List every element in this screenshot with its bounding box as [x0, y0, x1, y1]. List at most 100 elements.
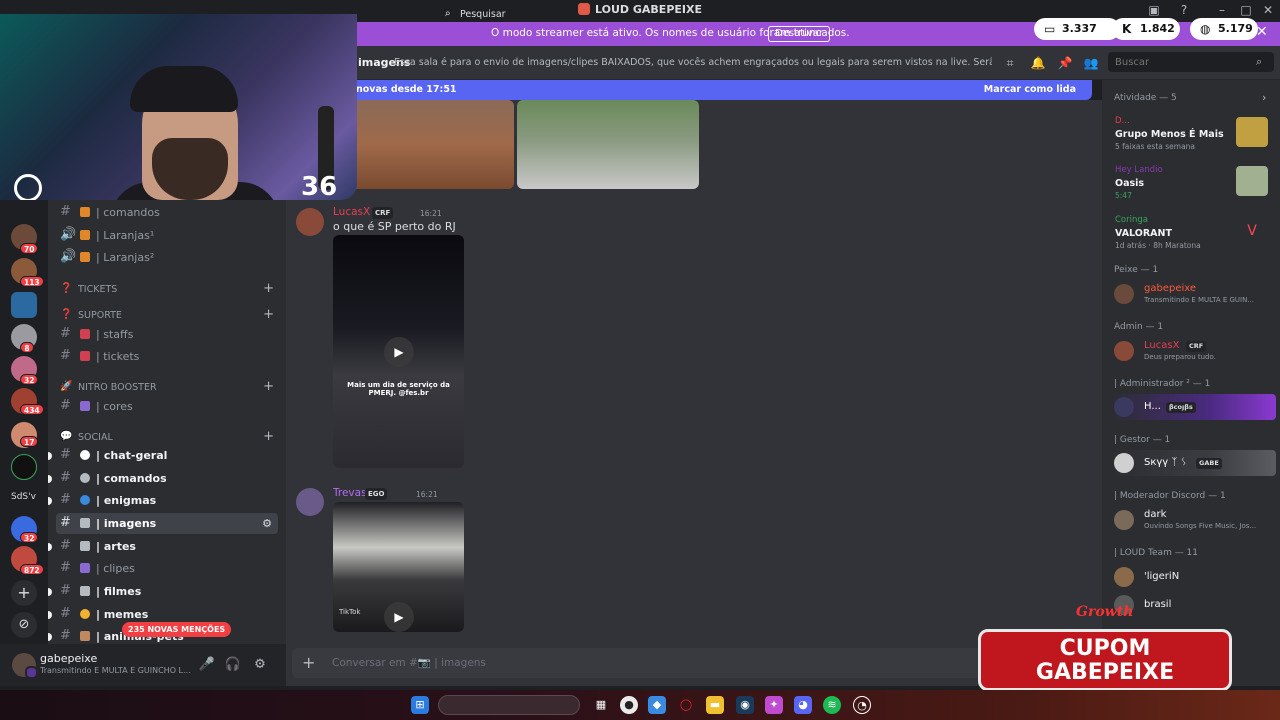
member-item[interactable]: H... βcoȷβs — [1110, 394, 1276, 420]
video-thumbnail[interactable] — [348, 100, 514, 189]
category-suporte[interactable]: ❓ SUPORTE + — [60, 307, 278, 324]
channel-item[interactable]: # | tickets — [56, 346, 278, 367]
windows-start-icon[interactable]: ⊞ — [411, 696, 429, 714]
chat-header: imagens Essa sala é para o envio de imag… — [286, 46, 1102, 80]
members-icon[interactable]: 👥 — [1083, 55, 1099, 71]
video-attachment[interactable]: ▶ TikTok — [333, 502, 464, 632]
channel-item-comandos[interactable]: # | comandos — [48, 468, 278, 489]
loud-server-icon[interactable] — [11, 454, 37, 480]
attach-icon[interactable]: + — [302, 653, 315, 672]
add-channel-icon[interactable]: + — [263, 281, 274, 296]
channel-settings-icon[interactable]: ⚙ — [262, 517, 272, 530]
channel-item-enigmas[interactable]: # | enigmas — [48, 490, 278, 511]
add-channel-icon[interactable]: + — [263, 429, 274, 444]
member-item[interactable]: gabepeixe Transmitindo E MULTA E GUIN... — [1110, 281, 1276, 307]
activity-user[interactable]: D... — [1115, 116, 1130, 126]
activity-subtitle: 5:47 — [1115, 191, 1132, 200]
member-item[interactable]: 'ligeriN — [1110, 564, 1276, 590]
threads-icon[interactable]: ⌗ — [1002, 55, 1018, 71]
channel-item-chat-geral[interactable]: # | chat-geral — [48, 445, 278, 466]
robot-emoji-icon — [80, 473, 90, 483]
channel-item-imagens[interactable]: # | imagens ⚙ — [56, 513, 278, 534]
server-badge: 434 — [20, 404, 44, 415]
activity-user[interactable]: Coringa — [1115, 215, 1148, 225]
message-author[interactable]: LucasX — [333, 206, 370, 218]
laugh-emoji-icon — [80, 609, 90, 619]
video-thumbnail[interactable] — [517, 100, 699, 189]
video-attachment[interactable]: ▶ Mais um dia de serviço da PMERJ. @fes.… — [333, 235, 464, 468]
steam-icon[interactable]: ◉ — [736, 696, 754, 714]
channel-item[interactable]: # | comandos — [56, 202, 278, 223]
text-channel-icon: # — [60, 348, 71, 363]
close-window-button[interactable]: ✕ — [1260, 2, 1276, 18]
inbox-icon[interactable]: ▣ — [1146, 2, 1162, 18]
message-input[interactable] — [332, 655, 932, 671]
avatar[interactable] — [296, 488, 324, 516]
discord-icon[interactable]: ◕ — [794, 696, 812, 714]
text-channel-icon: # — [60, 470, 71, 485]
activity-user[interactable]: Hey Landio — [1115, 165, 1163, 175]
search-icon[interactable]: ⌕ — [1256, 55, 1262, 69]
avatar[interactable] — [296, 208, 324, 236]
channel-item-artes[interactable]: # | artes — [48, 536, 278, 557]
taskbar-search[interactable] — [438, 695, 580, 715]
member-item[interactable]: LucasX CRF Deus preparou tudo. — [1110, 338, 1276, 364]
add-channel-icon[interactable]: + — [263, 307, 274, 322]
user-name[interactable]: gabepeixe — [40, 652, 97, 665]
opera-icon[interactable]: ◯ — [677, 696, 695, 714]
spotify-icon[interactable]: ≋ — [823, 696, 841, 714]
activity-title: Grupo Menos É Mais — [1115, 129, 1224, 140]
channel-item[interactable]: # | cores — [56, 396, 278, 417]
speech-emoji-icon — [80, 450, 90, 460]
obs-icon[interactable]: ◔ — [853, 696, 871, 714]
pin-icon[interactable]: 📌 — [1057, 55, 1073, 71]
headphones-icon[interactable]: 🎧 — [224, 656, 242, 674]
voice-channel-item[interactable]: 🔊 | Laranjas¹ — [56, 225, 278, 246]
minimize-button[interactable]: – — [1214, 2, 1230, 18]
add-server-icon[interactable]: + — [11, 580, 37, 606]
avatar — [1114, 397, 1134, 417]
discover-icon[interactable]: ⊘ — [11, 612, 37, 638]
member-item[interactable]: Sкүү ᛉ ᛊ GABE — [1110, 450, 1276, 476]
user-settings-icon[interactable]: ⚙ — [251, 656, 269, 674]
app-icon[interactable]: ● — [620, 696, 638, 714]
channel-topic[interactable]: Essa sala é para o envio de imagens/clip… — [394, 57, 992, 68]
channel-item-clipes[interactable]: # | clipes — [56, 558, 278, 579]
voice-channel-item[interactable]: 🔊 | Laranjas² — [56, 247, 278, 268]
category-social[interactable]: 💬 SOCIAL + — [60, 429, 278, 446]
new-mentions-badge[interactable]: 235 NOVAS MENÇÕES — [122, 622, 232, 637]
play-icon[interactable]: ▶ — [384, 337, 414, 367]
disable-streamer-mode-button[interactable]: Desativar — [768, 26, 831, 42]
channel-item-filmes[interactable]: # | filmes — [48, 581, 278, 602]
server-badge: 32 — [20, 374, 39, 385]
app-icon[interactable]: ✦ — [765, 696, 783, 714]
search-input[interactable] — [1108, 52, 1274, 72]
video-caption: Mais um dia de serviço da PMERJ. @fes.br — [347, 381, 450, 397]
maximize-button[interactable]: □ — [1238, 2, 1254, 18]
category-tickets[interactable]: ❓ TICKETS + — [60, 281, 278, 298]
help-icon[interactable]: ? — [1176, 2, 1192, 18]
bell-icon[interactable]: 🔔 — [1030, 55, 1046, 71]
avatar[interactable] — [12, 653, 38, 679]
avatar — [1114, 510, 1134, 530]
server-badge: 70 — [20, 243, 39, 254]
server-icon[interactable] — [11, 292, 37, 318]
promo-logo: Growth — [1076, 604, 1134, 620]
play-icon[interactable]: ▶ — [384, 602, 414, 632]
add-channel-icon[interactable]: + — [263, 379, 274, 394]
copilot-icon[interactable]: ◆ — [648, 696, 666, 714]
search-icon: ⌕ — [445, 8, 451, 19]
member-item[interactable]: brasil — [1110, 592, 1276, 618]
mark-as-read-button[interactable]: Marcar como lida — [984, 84, 1076, 95]
channel-item[interactable]: # | staffs — [56, 324, 278, 345]
mute-mic-icon[interactable]: 🎤 — [198, 656, 216, 674]
message-author[interactable]: Trevas — [333, 487, 367, 499]
chevron-right-icon[interactable]: › — [1262, 91, 1266, 104]
close-icon[interactable]: ✕ — [1256, 24, 1268, 40]
server-folder-label[interactable]: SdS'v — [11, 492, 36, 502]
task-view-icon[interactable]: ▦ — [592, 696, 610, 714]
category-nitro-booster[interactable]: 🚀 NITRO BOOSTER + — [60, 379, 278, 396]
file-explorer-icon[interactable]: ▬ — [706, 696, 724, 714]
member-item[interactable]: dark Ouvindo Songs Five Music, Jos... — [1110, 507, 1276, 533]
new-messages-bar[interactable]: novas desde 17:51 Marcar como lida — [286, 80, 1092, 100]
